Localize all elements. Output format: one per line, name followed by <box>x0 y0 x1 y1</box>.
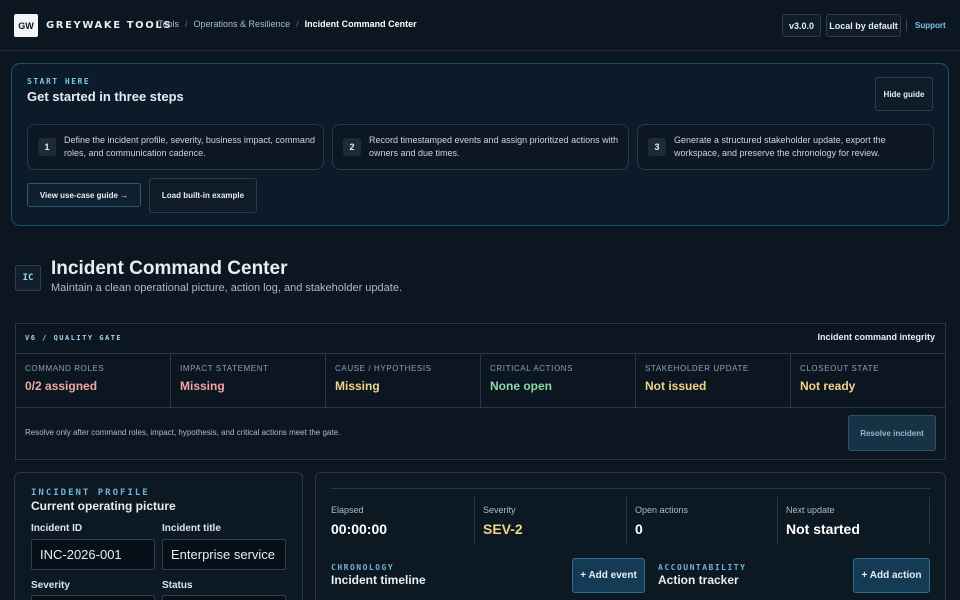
page-title: Incident Command Center <box>51 258 288 279</box>
gate-command-roles: COMMAND ROLES 0/2 assigned <box>16 354 171 408</box>
metric-divider <box>929 497 930 545</box>
quality-gate: V6 / QUALITY GATE Incident command integ… <box>15 323 946 460</box>
step-card-2: 2 Record timestamped events and assign p… <box>332 124 629 170</box>
step-text: Generate a structured stakeholder update… <box>674 135 886 158</box>
gate-cell-label: STAKEHOLDER UPDATE <box>645 364 749 373</box>
gate-cell-value: Missing <box>335 379 380 393</box>
gate-cell-value: Missing <box>180 379 225 393</box>
load-example-button[interactable]: Load built-in example <box>149 178 257 213</box>
resolve-incident-button[interactable]: Resolve incident <box>848 415 936 451</box>
app-badge: IC <box>15 265 41 291</box>
version-badge[interactable]: v3.0.0 <box>782 14 821 37</box>
brand-logo[interactable]: GW <box>14 14 38 37</box>
step-text: Define the incident profile, severity, b… <box>64 135 315 158</box>
status-select[interactable] <box>162 595 286 600</box>
metric-label: Severity <box>483 505 516 515</box>
breadcrumb: Tools / Operations & Resilience / Incide… <box>158 19 417 29</box>
gate-stakeholder-update: STAKEHOLDER UPDATE Not issued <box>636 354 791 408</box>
breadcrumb-tools[interactable]: Tools <box>158 19 179 29</box>
metric-value: SEV-2 <box>483 521 523 537</box>
metric-divider <box>474 497 475 545</box>
gate-cell-value: Not ready <box>800 379 856 393</box>
step-card-3: 3 Generate a structured stakeholder upda… <box>637 124 934 170</box>
metric-value: 0 <box>635 521 643 537</box>
gate-impact-statement: IMPACT STATEMENT Missing <box>171 354 326 408</box>
incident-title-input[interactable]: Enterprise service <box>162 539 286 570</box>
metric-next-update: Next update Not started <box>786 505 928 537</box>
breadcrumb-separator: / <box>296 19 299 29</box>
metric-value: 00:00:00 <box>331 521 388 537</box>
metrics-top-divider <box>331 488 930 489</box>
metric-label: Open actions <box>635 505 689 515</box>
use-case-guide-button[interactable]: View use-case guide → <box>27 183 141 207</box>
gate-cell-value: 0/2 assigned <box>25 379 98 393</box>
gate-cell-label: CAUSE / HYPOTHESIS <box>335 364 432 373</box>
timeline-eyebrow: CHRONOLOGY <box>331 563 395 572</box>
gate-cell-label: COMMAND ROLES <box>25 364 105 373</box>
gate-cell-label: CRITICAL ACTIONS <box>490 364 574 373</box>
metric-divider <box>626 497 627 545</box>
incident-id-label: Incident ID <box>31 523 83 534</box>
breadcrumb-current: Incident Command Center <box>304 19 417 29</box>
breadcrumb-operations[interactable]: Operations & Resilience <box>194 19 291 29</box>
severity-select[interactable] <box>31 595 155 600</box>
local-mode-button[interactable]: Local by default <box>826 14 901 37</box>
metric-severity: Severity SEV-2 <box>483 505 625 537</box>
step-number: 1 <box>38 138 56 156</box>
add-event-button[interactable]: + Add event <box>572 558 645 593</box>
gate-cell-label: IMPACT STATEMENT <box>180 364 269 373</box>
gate-note: Resolve only after command roles, impact… <box>25 428 341 437</box>
brand-name[interactable]: GREYWAKE TOOLS <box>46 20 172 31</box>
incident-id-input[interactable]: INC-2026-001 <box>31 539 155 570</box>
metric-divider <box>777 497 778 545</box>
severity-label: Severity <box>31 580 70 591</box>
profile-title: Current operating picture <box>31 499 176 513</box>
breadcrumb-separator: / <box>185 19 188 29</box>
gate-divider <box>16 407 945 408</box>
step-number: 2 <box>343 138 361 156</box>
step-text: Record timestamped events and assign pri… <box>369 135 619 158</box>
timeline-title: Incident timeline <box>331 573 426 587</box>
status-label: Status <box>162 580 193 591</box>
metric-open-actions: Open actions 0 <box>635 505 777 537</box>
support-link[interactable]: Support <box>915 21 946 30</box>
gate-cell-label: CLOSEOUT STATE <box>800 364 880 373</box>
page-subtitle: Maintain a clean operational picture, ac… <box>51 282 403 294</box>
add-action-button[interactable]: + Add action <box>853 558 930 593</box>
gate-cell-value: None open <box>490 379 552 393</box>
gate-cause-hypothesis: CAUSE / HYPOTHESIS Missing <box>326 354 481 408</box>
gate-cell-value: Not issued <box>645 379 707 393</box>
hide-guide-button[interactable]: Hide guide <box>875 77 933 111</box>
gate-eyebrow: V6 / QUALITY GATE <box>25 334 123 342</box>
metric-label: Next update <box>786 505 835 515</box>
metric-label: Elapsed <box>331 505 364 515</box>
gate-critical-actions: CRITICAL ACTIONS None open <box>481 354 636 408</box>
metric-value: Not started <box>786 521 860 537</box>
tracker-eyebrow: ACCOUNTABILITY <box>658 563 747 572</box>
tracker-title: Action tracker <box>658 573 739 587</box>
metric-elapsed: Elapsed 00:00:00 <box>331 505 473 537</box>
header-divider <box>906 19 907 31</box>
start-title: Get started in three steps <box>27 89 184 104</box>
profile-eyebrow: INCIDENT PROFILE <box>31 488 150 498</box>
gate-closeout-state: CLOSEOUT STATE Not ready <box>791 354 945 408</box>
start-eyebrow: START HERE <box>27 77 91 86</box>
step-card-1: 1 Define the incident profile, severity,… <box>27 124 324 170</box>
incident-title-label: Incident title <box>162 523 221 534</box>
gate-label: Incident command integrity <box>817 332 935 342</box>
step-number: 3 <box>648 138 666 156</box>
